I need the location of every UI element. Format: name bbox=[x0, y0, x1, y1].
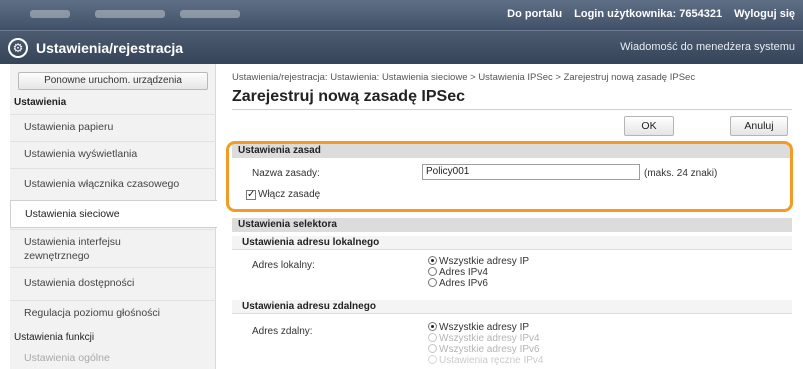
remote-all-ip-option[interactable]: Wszystkie adresy IP bbox=[428, 322, 529, 333]
highlight-frame bbox=[226, 141, 793, 212]
local-address-label: Adres lokalny: bbox=[252, 260, 315, 271]
local-address-heading: Ustawienia adresu lokalnego bbox=[232, 236, 792, 250]
system-manager-message-link[interactable]: Wiadomość do menedżera systemu bbox=[620, 41, 795, 53]
radio-icon bbox=[428, 333, 437, 342]
app-header: ⚙ Ustawienia/rejestracja Wiadomość do me… bbox=[0, 30, 803, 64]
restart-device-button[interactable]: Ponowne uruchom. urządzenia bbox=[18, 72, 208, 90]
sidebar-section-functions[interactable]: Ustawienia funkcji bbox=[10, 332, 94, 343]
radio-selected-icon bbox=[428, 256, 437, 265]
option-label: Wszystkie adresy IP bbox=[439, 322, 530, 333]
app-title: Ustawienia/rejestracja bbox=[36, 40, 184, 56]
sidebar-item-timer[interactable]: Ustawienia włącznika czasowego bbox=[10, 168, 216, 200]
breadcrumb: Ustawienia/rejestracja: Ustawienia: Usta… bbox=[232, 72, 696, 83]
blurred-text bbox=[30, 10, 70, 18]
sidebar-item-external-interface[interactable]: Ustawienia interfejsu zewnętrznego bbox=[10, 229, 216, 267]
top-links: Do portalu Login użytkownika: 7654321 Wy… bbox=[507, 8, 795, 20]
option-label: Wszystkie adresy IPv6 bbox=[439, 344, 540, 355]
radio-icon bbox=[428, 355, 437, 364]
remote-address-heading: Ustawienia adresu zdalnego bbox=[232, 300, 792, 314]
sidebar: Ponowne uruchom. urządzenia Ustawienia U… bbox=[10, 64, 217, 369]
radio-icon bbox=[428, 267, 437, 276]
sidebar-item-paper[interactable]: Ustawienia papieru bbox=[10, 114, 216, 141]
local-all-ip-option[interactable]: Wszystkie adresy IP bbox=[428, 256, 529, 267]
sidebar-item-general[interactable]: Ustawienia ogólne bbox=[10, 350, 216, 369]
title-divider bbox=[232, 109, 792, 110]
selector-settings-heading: Ustawienia selektora bbox=[232, 218, 792, 232]
option-label: Wszystkie adresy IP bbox=[439, 256, 530, 267]
option-label: Ustawienia ręczne IPv4 bbox=[439, 355, 544, 366]
radio-icon bbox=[428, 278, 437, 287]
radio-selected-icon bbox=[428, 322, 437, 331]
blurred-text bbox=[180, 10, 240, 18]
settings-logo-icon: ⚙ bbox=[8, 38, 28, 58]
sidebar-item-network[interactable]: Ustawienia sieciowe bbox=[10, 200, 217, 228]
option-label: Adres IPv6 bbox=[439, 278, 488, 289]
local-ipv4-option[interactable]: Adres IPv4 bbox=[428, 267, 488, 278]
remote-all-ipv4-option[interactable]: Wszystkie adresy IPv4 bbox=[428, 333, 540, 344]
blurred-text bbox=[95, 10, 165, 18]
logout-link[interactable]: Wyloguj się bbox=[734, 8, 795, 20]
remote-address-label: Adres zdalny: bbox=[252, 326, 313, 337]
login-user-label: Login użytkownika: 7654321 bbox=[574, 8, 723, 20]
option-label: Wszystkie adresy IPv4 bbox=[439, 333, 540, 344]
remote-all-ipv6-option[interactable]: Wszystkie adresy IPv6 bbox=[428, 344, 540, 355]
page-title: Zarejestruj nową zasadę IPSec bbox=[232, 88, 465, 105]
option-label: Adres IPv4 bbox=[439, 267, 488, 278]
sidebar-item-display[interactable]: Ustawienia wyświetlania bbox=[10, 141, 216, 168]
sidebar-item-accessibility[interactable]: Ustawienia dostępności bbox=[10, 267, 216, 300]
portal-link[interactable]: Do portalu bbox=[507, 8, 562, 20]
cancel-button[interactable]: Anuluj bbox=[730, 116, 788, 136]
sidebar-section-settings: Ustawienia bbox=[14, 97, 67, 108]
top-bar: Do portalu Login użytkownika: 7654321 Wy… bbox=[0, 0, 803, 30]
local-ipv6-option[interactable]: Adres IPv6 bbox=[428, 278, 488, 289]
ok-button[interactable]: OK bbox=[624, 116, 674, 136]
main-content: Ustawienia/rejestracja: Ustawienia: Usta… bbox=[222, 64, 803, 369]
remote-manual-ipv4-option[interactable]: Ustawienia ręczne IPv4 bbox=[428, 355, 544, 366]
sidebar-item-volume[interactable]: Regulacja poziomu głośności bbox=[10, 300, 216, 327]
radio-icon bbox=[428, 344, 437, 353]
